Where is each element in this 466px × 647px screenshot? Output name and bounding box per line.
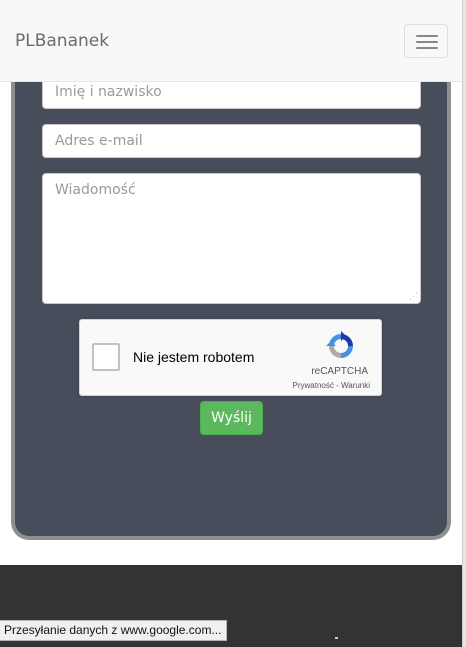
recaptcha-label: Nie jestem robotem <box>133 349 255 365</box>
message-field[interactable] <box>42 173 421 304</box>
submit-button[interactable]: Wyślij <box>200 401 263 435</box>
recaptcha-widget: Nie jestem robotem reCAPTCHA Prywatność … <box>79 319 382 396</box>
navbar: PLBananek <box>0 0 462 82</box>
footer-fragment <box>335 637 338 639</box>
navbar-toggle-button[interactable] <box>404 24 448 58</box>
recaptcha-checkbox[interactable] <box>92 343 120 371</box>
browser-status-bar: Przesyłanie danych z www.google.com... <box>0 620 227 641</box>
recaptcha-brand: reCAPTCHA <box>311 366 368 377</box>
brand-link[interactable]: PLBananek <box>15 31 109 51</box>
recaptcha-privacy-terms-links[interactable]: Prywatność - Warunki <box>270 381 371 390</box>
scrollbar[interactable] <box>462 0 466 647</box>
resize-grip-icon[interactable]: ⋰ <box>409 292 419 302</box>
email-field[interactable] <box>42 124 421 158</box>
recaptcha-logo-icon <box>326 331 353 358</box>
